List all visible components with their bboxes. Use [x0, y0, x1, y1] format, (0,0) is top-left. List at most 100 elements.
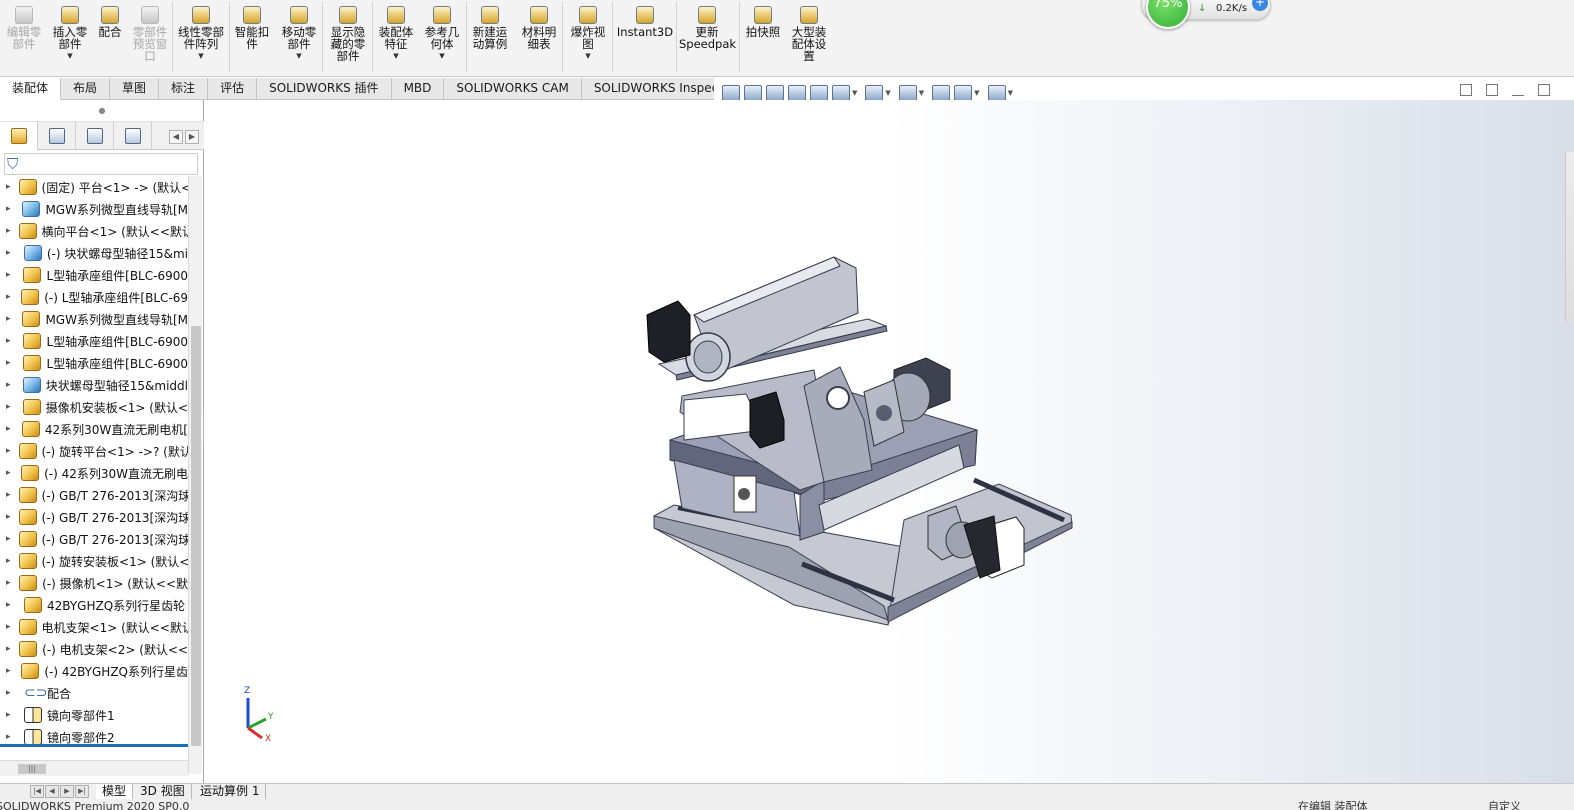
tree-item[interactable]: ▸ L型轴承座组件[BLC-6900 — [0, 352, 188, 374]
tree-filter-box[interactable]: ⛉ — [4, 153, 198, 175]
graphics-area[interactable]: Z Y X — [204, 100, 1574, 783]
tree-hscroll-thumb[interactable]: ||| — [18, 764, 46, 774]
first-tab-icon[interactable]: |◀ — [30, 785, 44, 798]
status-custom[interactable]: 自定义 — [1488, 801, 1521, 810]
expand-arrow-icon[interactable]: ▸ — [6, 622, 11, 632]
command-tab[interactable]: MBD — [391, 78, 445, 100]
command-tab[interactable]: 评估 — [208, 78, 258, 100]
tree-item[interactable]: ▸ (-) GB/T 276-2013[深沟球 — [0, 484, 188, 506]
document-view-tab[interactable]: 模型 — [96, 784, 134, 799]
dropdown-arrow-icon[interactable]: ▼ — [393, 52, 398, 60]
expand-arrow-icon[interactable]: ▸ — [6, 556, 11, 566]
section-view-icon[interactable] — [788, 85, 806, 101]
expand-arrow-icon[interactable]: ▸ — [6, 644, 11, 654]
view-settings-dropdown-icon[interactable]: ▼ — [1008, 89, 1013, 97]
insert-components-button[interactable]: 插入零 部件 ▼ — [47, 0, 93, 74]
snapshot-button[interactable]: 拍快照 — [741, 0, 785, 74]
apply-scene-icon[interactable] — [954, 85, 973, 101]
dynamic-annotation-icon[interactable] — [810, 85, 828, 101]
command-tab[interactable]: 装配体 — [0, 78, 62, 100]
tree-item[interactable]: ▸ MGW系列微型直线导轨[M — [0, 198, 188, 220]
command-tab[interactable]: 草图 — [110, 78, 160, 100]
expand-arrow-icon[interactable]: ▸ — [6, 226, 11, 236]
edit-appearance-icon[interactable] — [932, 85, 951, 101]
apply-scene-dropdown-icon[interactable]: ▼ — [974, 89, 979, 97]
expand-arrow-icon[interactable]: ▸ — [6, 534, 11, 544]
bill-of-materials-button[interactable]: 材料明 细表 — [516, 0, 562, 74]
filter-icon[interactable]: ⛉ — [7, 155, 27, 173]
plus-icon[interactable]: + — [1252, 0, 1268, 11]
scroll-left-icon[interactable]: ◀ — [169, 130, 183, 144]
expand-arrow-icon[interactable]: ▸ — [6, 578, 11, 588]
prev-tab-icon[interactable]: ◀ — [45, 785, 59, 798]
move-component-button[interactable]: 移动零 部件 ▼ — [276, 0, 322, 74]
tree-item[interactable]: ▸ MGW系列微型直线导轨[M — [0, 308, 188, 330]
instant3d-button[interactable]: Instant3D — [616, 0, 674, 74]
scroll-right-icon[interactable]: ▶ — [185, 130, 199, 144]
reference-geometry-button[interactable]: 参考几 何体 ▼ — [420, 0, 464, 74]
tree-item[interactable]: ▸ (-) L型轴承座组件[BLC-69 — [0, 286, 188, 308]
tree-item[interactable]: ▸ (-) 旋转安装板<1> (默认< — [0, 550, 188, 572]
hide-show-items-icon[interactable] — [898, 85, 917, 101]
previous-view-icon[interactable] — [766, 85, 784, 101]
tree-item[interactable]: ▸ 镜向零部件1 — [0, 704, 188, 726]
tree-vertical-scrollbar[interactable] — [188, 176, 202, 774]
large-assembly-settings-button[interactable]: 大型装 配体设 置 — [787, 0, 831, 74]
task-pane-edge[interactable] — [1565, 152, 1574, 322]
view-orientation-dropdown-icon[interactable]: ▼ — [852, 89, 857, 97]
expand-arrow-icon[interactable]: ▸ — [6, 424, 14, 434]
display-style-dropdown-icon[interactable]: ▼ — [885, 89, 890, 97]
tree-item[interactable]: ▸ 电机支架<1> (默认<<默认 — [0, 616, 188, 638]
mate-button[interactable]: 配合 — [94, 0, 126, 74]
expand-arrow-icon[interactable]: ▸ — [6, 512, 11, 522]
expand-arrow-icon[interactable]: ▸ — [6, 292, 13, 302]
expand-arrow-icon[interactable]: ▸ — [6, 710, 16, 720]
edit-component-button[interactable]: 编辑零 部件 — [2, 0, 46, 74]
zoom-to-area-icon[interactable] — [744, 85, 762, 101]
expand-arrow-icon[interactable]: ▸ — [6, 380, 15, 390]
expand-arrow-icon[interactable]: ▸ — [6, 468, 13, 478]
view-orientation-icon[interactable] — [832, 85, 850, 101]
display-style-icon[interactable] — [865, 85, 884, 101]
linear-pattern-button[interactable]: 线性零部 件阵列 ▼ — [174, 0, 228, 74]
expand-arrow-icon[interactable]: ▸ — [6, 402, 15, 412]
panel-grip[interactable]: ● — [0, 100, 204, 122]
tree-item[interactable]: ▸ (-) 42BYGHZQ系列行星齿 — [0, 660, 188, 682]
expand-arrow-icon[interactable]: ▸ — [6, 270, 15, 280]
tile-left-icon[interactable] — [1460, 84, 1472, 96]
reference-triad[interactable]: Z Y X — [238, 686, 288, 746]
tree-item[interactable]: ▸ L型轴承座组件[BLC-6900 — [0, 330, 188, 352]
show-hidden-button[interactable]: 显示隐 藏的零 部件 — [324, 0, 372, 74]
expand-arrow-icon[interactable]: ▸ — [6, 688, 16, 698]
dropdown-arrow-icon[interactable]: ▼ — [296, 52, 301, 60]
tree-item[interactable]: ▸ (-) 块状螺母型轴径15&mi — [0, 242, 188, 264]
command-tab[interactable]: 标注 — [159, 78, 209, 100]
manager-tab[interactable] — [76, 122, 114, 150]
tree-item[interactable]: ▸ 块状螺母型轴径15&middl — [0, 374, 188, 396]
tree-item[interactable]: ▸ 摄像机安装板<1> (默认< — [0, 396, 188, 418]
assembly-features-button[interactable]: 装配体 特征 ▼ — [374, 0, 418, 74]
expand-arrow-icon[interactable]: ▸ — [6, 600, 16, 610]
tree-item[interactable]: ▸ (-) 42系列30W直流无刷电 — [0, 462, 188, 484]
tree-item[interactable]: ▸ 镜向零部件2 — [0, 726, 188, 744]
last-tab-icon[interactable]: ▶| — [75, 785, 89, 798]
command-tab[interactable]: SOLIDWORKS 插件 — [257, 78, 392, 100]
assembly-model[interactable] — [204, 100, 1574, 783]
tree-item[interactable]: ▸ 横向平台<1> (默认<<默认 — [0, 220, 188, 242]
expand-arrow-icon[interactable]: ▸ — [6, 314, 14, 324]
next-tab-icon[interactable]: ▶ — [60, 785, 74, 798]
document-view-tab[interactable]: 3D 视图 — [134, 784, 192, 799]
dropdown-arrow-icon[interactable]: ▼ — [198, 52, 203, 60]
update-speedpak-button[interactable]: 更新 Speedpak — [679, 0, 736, 74]
view-settings-icon[interactable] — [987, 85, 1006, 101]
tree-item[interactable]: ▸ (-) GB/T 276-2013[深沟球 — [0, 506, 188, 528]
tree-item[interactable]: ▸ 42系列30W直流无刷电机[ — [0, 418, 188, 440]
tree-item[interactable]: ▸ (-) GB/T 276-2013[深沟球 — [0, 528, 188, 550]
tree-item[interactable]: ▸ (-) 摄像机<1> (默认<<默 — [0, 572, 188, 594]
tree-item[interactable]: ▸ (固定) 平台<1> -> (默认< — [0, 176, 188, 198]
expand-arrow-icon[interactable]: ▸ — [6, 248, 16, 258]
smart-fasteners-button[interactable]: 智能扣 件 — [231, 0, 273, 74]
zoom-to-fit-icon[interactable] — [722, 85, 740, 101]
dropdown-arrow-icon[interactable]: ▼ — [439, 52, 444, 60]
tile-right-icon[interactable] — [1486, 84, 1498, 96]
